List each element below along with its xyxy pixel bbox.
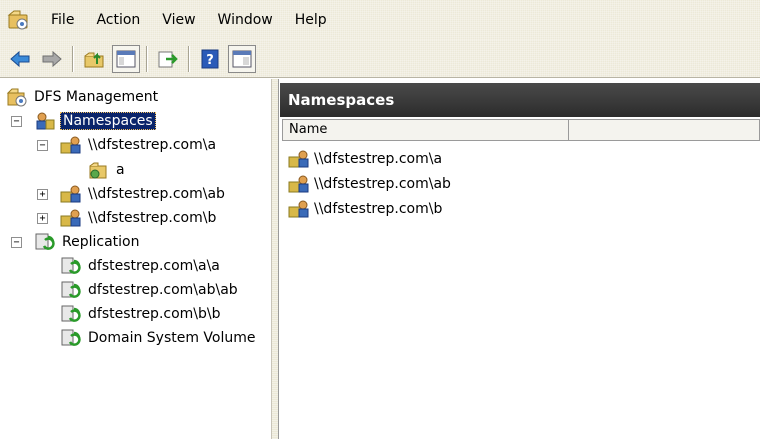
list-item[interactable]: \\dfstestrep.com\a	[288, 147, 442, 171]
list-item[interactable]: \\dfstestrep.com\b	[288, 197, 442, 221]
column-header-name[interactable]: Name	[283, 120, 569, 140]
tree-item-replication-group[interactable]: Domain System Volume	[60, 326, 258, 350]
expand-namespace-b-toggle[interactable]: +	[37, 213, 48, 224]
menu-window[interactable]: Window	[207, 0, 284, 40]
tree-item-replication-group[interactable]: dfstestrep.com\b\b	[60, 302, 223, 326]
tree-label: Replication	[62, 234, 140, 250]
list-item-label: \\dfstestrep.com\ab	[314, 176, 451, 192]
back-icon	[10, 50, 30, 67]
collapse-replication-toggle[interactable]: −	[11, 237, 22, 248]
tree-label: dfstestrep.com\b\b	[88, 306, 221, 322]
dfs-management-app-icon[interactable]	[6, 8, 30, 32]
export-list-icon	[158, 51, 178, 67]
pane-splitter[interactable]	[272, 79, 279, 439]
tree-label: DFS Management	[34, 89, 159, 105]
results-header: Namespaces	[280, 83, 760, 117]
toolbar-separator	[72, 45, 74, 72]
toolbar-separator	[146, 45, 148, 72]
toolbar-separator	[188, 45, 190, 72]
menu-help[interactable]: Help	[284, 0, 338, 40]
replication-group-icon	[60, 304, 82, 324]
show-hide-tree-icon	[116, 50, 136, 67]
tree-item-namespace-b[interactable]: \\dfstestrep.com\b	[60, 206, 218, 230]
tree-label: dfstestrep.com\a\a	[88, 258, 220, 274]
tree-label: \\dfstestrep.com\b	[88, 210, 217, 226]
list-item-label: \\dfstestrep.com\a	[314, 151, 443, 167]
help-icon: ?	[201, 49, 219, 68]
tree-label: a	[116, 162, 125, 178]
menu-file[interactable]: File	[40, 0, 85, 40]
expand-namespace-ab-toggle[interactable]: +	[37, 189, 48, 200]
tree-item-replication[interactable]: Replication	[34, 230, 141, 254]
forward-icon	[42, 50, 62, 67]
tree-item-namespace-ab[interactable]: \\dfstestrep.com\ab	[60, 182, 227, 206]
tree-label: Domain System Volume	[88, 330, 256, 346]
menu-action[interactable]: Action	[85, 0, 151, 40]
list-item[interactable]: \\dfstestrep.com\ab	[288, 172, 451, 196]
folder-target-icon	[88, 160, 110, 180]
tree-item-namespaces[interactable]: Namespaces	[34, 109, 156, 133]
list-column-header: Name	[282, 119, 760, 141]
tree-label: Namespaces	[60, 112, 156, 130]
tree-item-namespace-a[interactable]: \\dfstestrep.com\a	[60, 133, 218, 157]
replication-group-icon	[60, 256, 82, 276]
console-icon	[232, 50, 252, 67]
tree-item-dfs-management[interactable]: DFS Management	[6, 85, 160, 109]
export-list-button[interactable]	[154, 45, 182, 73]
column-header-empty[interactable]	[569, 120, 759, 140]
menu-bar: File Action View Window Help	[0, 0, 760, 40]
svg-text:?: ?	[206, 53, 214, 68]
console-button[interactable]	[228, 44, 256, 73]
console-tree: DFS Management − Namespaces − \\dfstestr…	[0, 79, 272, 439]
tree-label: \\dfstestrep.com\a	[88, 137, 217, 153]
replication-group-icon	[60, 280, 82, 300]
tree-item-folder-a[interactable]: a	[88, 158, 127, 182]
up-folder-icon	[84, 52, 104, 67]
menu-view[interactable]: View	[151, 0, 206, 40]
namespace-icon	[60, 184, 82, 204]
list-item-label: \\dfstestrep.com\b	[314, 201, 443, 217]
collapse-namespaces-toggle[interactable]: −	[11, 116, 22, 127]
replication-group-icon	[60, 328, 82, 348]
up-folder-button[interactable]	[80, 45, 108, 73]
forward-button[interactable]	[38, 45, 66, 73]
results-pane: Namespaces Name \\dfstestrep.com\a \\dfs…	[280, 79, 760, 439]
show-hide-tree-button[interactable]	[112, 44, 140, 73]
replication-icon	[34, 232, 56, 252]
namespace-icon	[288, 149, 310, 169]
tree-item-replication-group[interactable]: dfstestrep.com\ab\ab	[60, 278, 240, 302]
collapse-namespace-a-toggle[interactable]: −	[37, 140, 48, 151]
namespace-icon	[60, 208, 82, 228]
tree-label: \\dfstestrep.com\ab	[88, 186, 225, 202]
namespaces-icon	[34, 111, 56, 131]
back-button[interactable]	[6, 45, 34, 73]
tree-item-replication-group[interactable]: dfstestrep.com\a\a	[60, 254, 222, 278]
help-button[interactable]: ?	[196, 45, 224, 73]
namespace-icon	[288, 199, 310, 219]
toolbar: ?	[0, 40, 760, 78]
dfs-management-icon	[6, 87, 28, 107]
namespace-icon	[60, 135, 82, 155]
tree-label: dfstestrep.com\ab\ab	[88, 282, 238, 298]
namespace-icon	[288, 174, 310, 194]
